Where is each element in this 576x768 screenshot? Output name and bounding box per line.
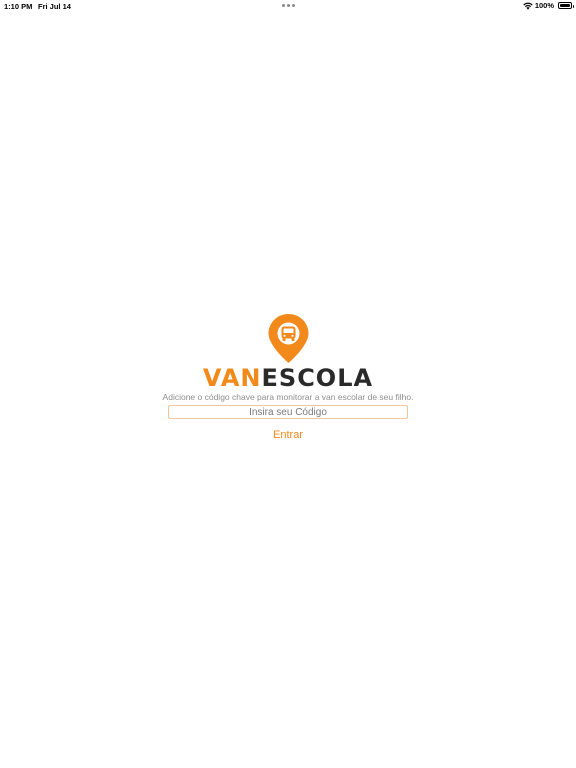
code-input[interactable]	[168, 405, 408, 419]
logo-text-van: VAN	[202, 364, 262, 392]
battery-icon	[558, 2, 574, 9]
battery-fill	[560, 4, 570, 7]
location-pin-bus-icon	[267, 313, 310, 364]
status-date: Fri Jul 14	[38, 2, 71, 11]
app-logo-wordmark: VANESCOLA	[0, 364, 576, 392]
dot-icon	[282, 4, 285, 7]
dot-icon	[287, 4, 290, 7]
logo-text-escola: ESCOLA	[261, 364, 374, 392]
instruction-text: Adicione o código chave para monitorar a…	[162, 392, 414, 402]
status-indicators: 100%	[523, 1, 574, 10]
status-time: 1:10 PM	[4, 2, 33, 11]
battery-percent: 100%	[534, 1, 554, 10]
enter-button[interactable]: Entrar	[258, 427, 318, 443]
multitasking-handle[interactable]	[282, 4, 295, 7]
status-bar: 1:10 PM Fri Jul 14 100%	[0, 0, 576, 12]
dot-icon	[292, 4, 295, 7]
wifi-icon	[523, 2, 533, 10]
